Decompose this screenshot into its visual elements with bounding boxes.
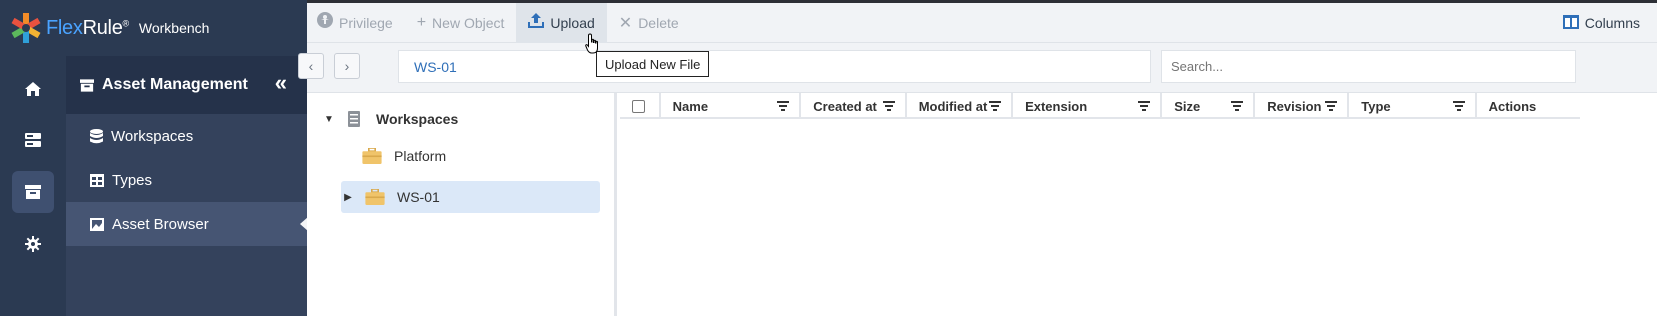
col-label: Size [1174,98,1201,114]
path-link[interactable]: WS-01 [414,59,457,75]
brand-name: FlexRule® [46,17,129,40]
forward-button[interactable]: › [334,53,360,79]
filter-icon[interactable] [777,101,790,111]
columns-icon [1562,14,1579,32]
person-icon [317,12,333,33]
filter-icon[interactable] [1452,101,1465,111]
app-logo[interactable]: FlexRule® Workbench [0,0,307,56]
main-content: Privilege + New Object Upload ✕ Delete C… [298,0,1657,316]
col-created-at[interactable]: Created at [801,93,907,119]
rail-assets-button[interactable] [12,171,54,213]
navigation-bar: ‹ › WS-01 [298,43,1657,93]
tree-node-label: WS-01 [397,189,440,205]
toolbar: Privilege + New Object Upload ✕ Delete C… [307,2,1657,43]
briefcase-icon [365,189,385,205]
sidebar-item-asset-browser[interactable]: Asset Browser [66,202,308,246]
col-label: Actions [1488,98,1537,114]
hand-cursor-icon [585,33,598,54]
col-label: Type [1361,98,1391,114]
plus-icon: + [416,13,427,31]
path-field[interactable]: WS-01 [398,50,1151,83]
privilege-label: Privilege [339,14,393,31]
folder-tree: ▼ Workspaces Platform ▶ WS-01 [307,93,617,316]
columns-label: Columns [1584,15,1640,31]
tree-root[interactable]: ▼ Workspaces [322,103,602,135]
side-panel-title: Asset Management [102,76,248,93]
sidebar-item-label: Asset Browser [112,215,209,233]
filter-icon[interactable] [1231,101,1244,111]
sidebar-item-types[interactable]: Types [66,158,307,202]
filter-icon[interactable] [1138,101,1151,111]
col-name[interactable]: Name [661,93,802,119]
side-panel: Asset Management « Workspaces Types Asse… [66,56,308,316]
new-object-label: New Object [432,14,505,31]
sidebar-item-label: Types [112,171,153,189]
sidebar-item-label: Workspaces [111,127,194,145]
col-label: Extension [1025,98,1088,114]
home-icon [25,82,41,96]
col-extension[interactable]: Extension [1013,93,1163,119]
brand-reg: ® [122,17,130,28]
select-all-checkbox[interactable] [632,99,645,113]
delete-label: Delete [638,14,679,31]
filter-icon[interactable] [882,101,895,111]
col-modified-at[interactable]: Modified at [907,93,1014,119]
brand-flex: Flex [46,16,83,39]
col-label: Name [672,98,709,114]
side-panel-header: Asset Management « [66,56,307,114]
tree-node-label: Platform [394,148,447,164]
delete-button[interactable]: ✕ Delete [607,3,691,43]
app-window: FlexRule® Workbench Asset Management « W… [0,0,1657,316]
col-type[interactable]: Type [1349,93,1477,119]
sidebar-item-workspaces[interactable]: Workspaces [66,114,307,158]
brand-rule: Rule [82,16,123,39]
expand-right-icon[interactable]: ▶ [341,192,355,203]
grid-header: Name Created at Modified at Extension Si… [620,93,1580,119]
file-grid: Name Created at Modified at Extension Si… [620,93,1657,316]
table-icon [90,173,104,187]
columns-button[interactable]: Columns [1562,3,1640,43]
rail-settings-button[interactable] [12,223,54,265]
search-input[interactable] [1161,50,1576,83]
server-icon [25,133,41,147]
upload-icon [528,12,545,33]
archive-icon [25,185,41,199]
collapse-panel-button[interactable]: « [275,70,287,96]
gear-icon [25,236,41,252]
upload-label: Upload [550,14,595,31]
filter-icon[interactable] [1325,101,1338,111]
col-size[interactable]: Size [1162,93,1256,119]
col-label: Revision [1267,98,1322,114]
tree-root-label: Workspaces [376,111,459,127]
briefcase-icon [362,148,382,164]
flexrule-logo-icon [11,13,41,43]
tree-node-platform[interactable]: Platform [352,140,572,172]
close-icon: ✕ [618,14,633,32]
archive-icon [80,78,94,92]
rail-server-button[interactable] [12,119,54,161]
col-revision[interactable]: Revision [1255,93,1350,119]
back-button[interactable]: ‹ [298,53,324,79]
upload-tooltip: Upload New File [596,51,710,77]
expand-down-icon[interactable]: ▼ [322,114,336,125]
chevron-right-icon: › [344,58,350,74]
image-icon [90,217,104,231]
privilege-button[interactable]: Privilege [307,3,405,43]
col-label: Created at [813,98,877,114]
app-subtitle: Workbench [138,20,210,36]
server-icon [348,111,360,127]
col-label: Modified at [918,98,988,114]
new-object-button[interactable]: + New Object [405,3,517,43]
filter-icon[interactable] [989,101,1002,111]
col-actions: Actions [1477,93,1580,119]
select-all-cell [620,93,661,119]
rail-home-button[interactable] [12,68,54,110]
chevron-left-icon: ‹ [308,58,314,74]
database-icon [90,128,103,143]
tree-node-ws-01[interactable]: ▶ WS-01 [341,181,600,213]
